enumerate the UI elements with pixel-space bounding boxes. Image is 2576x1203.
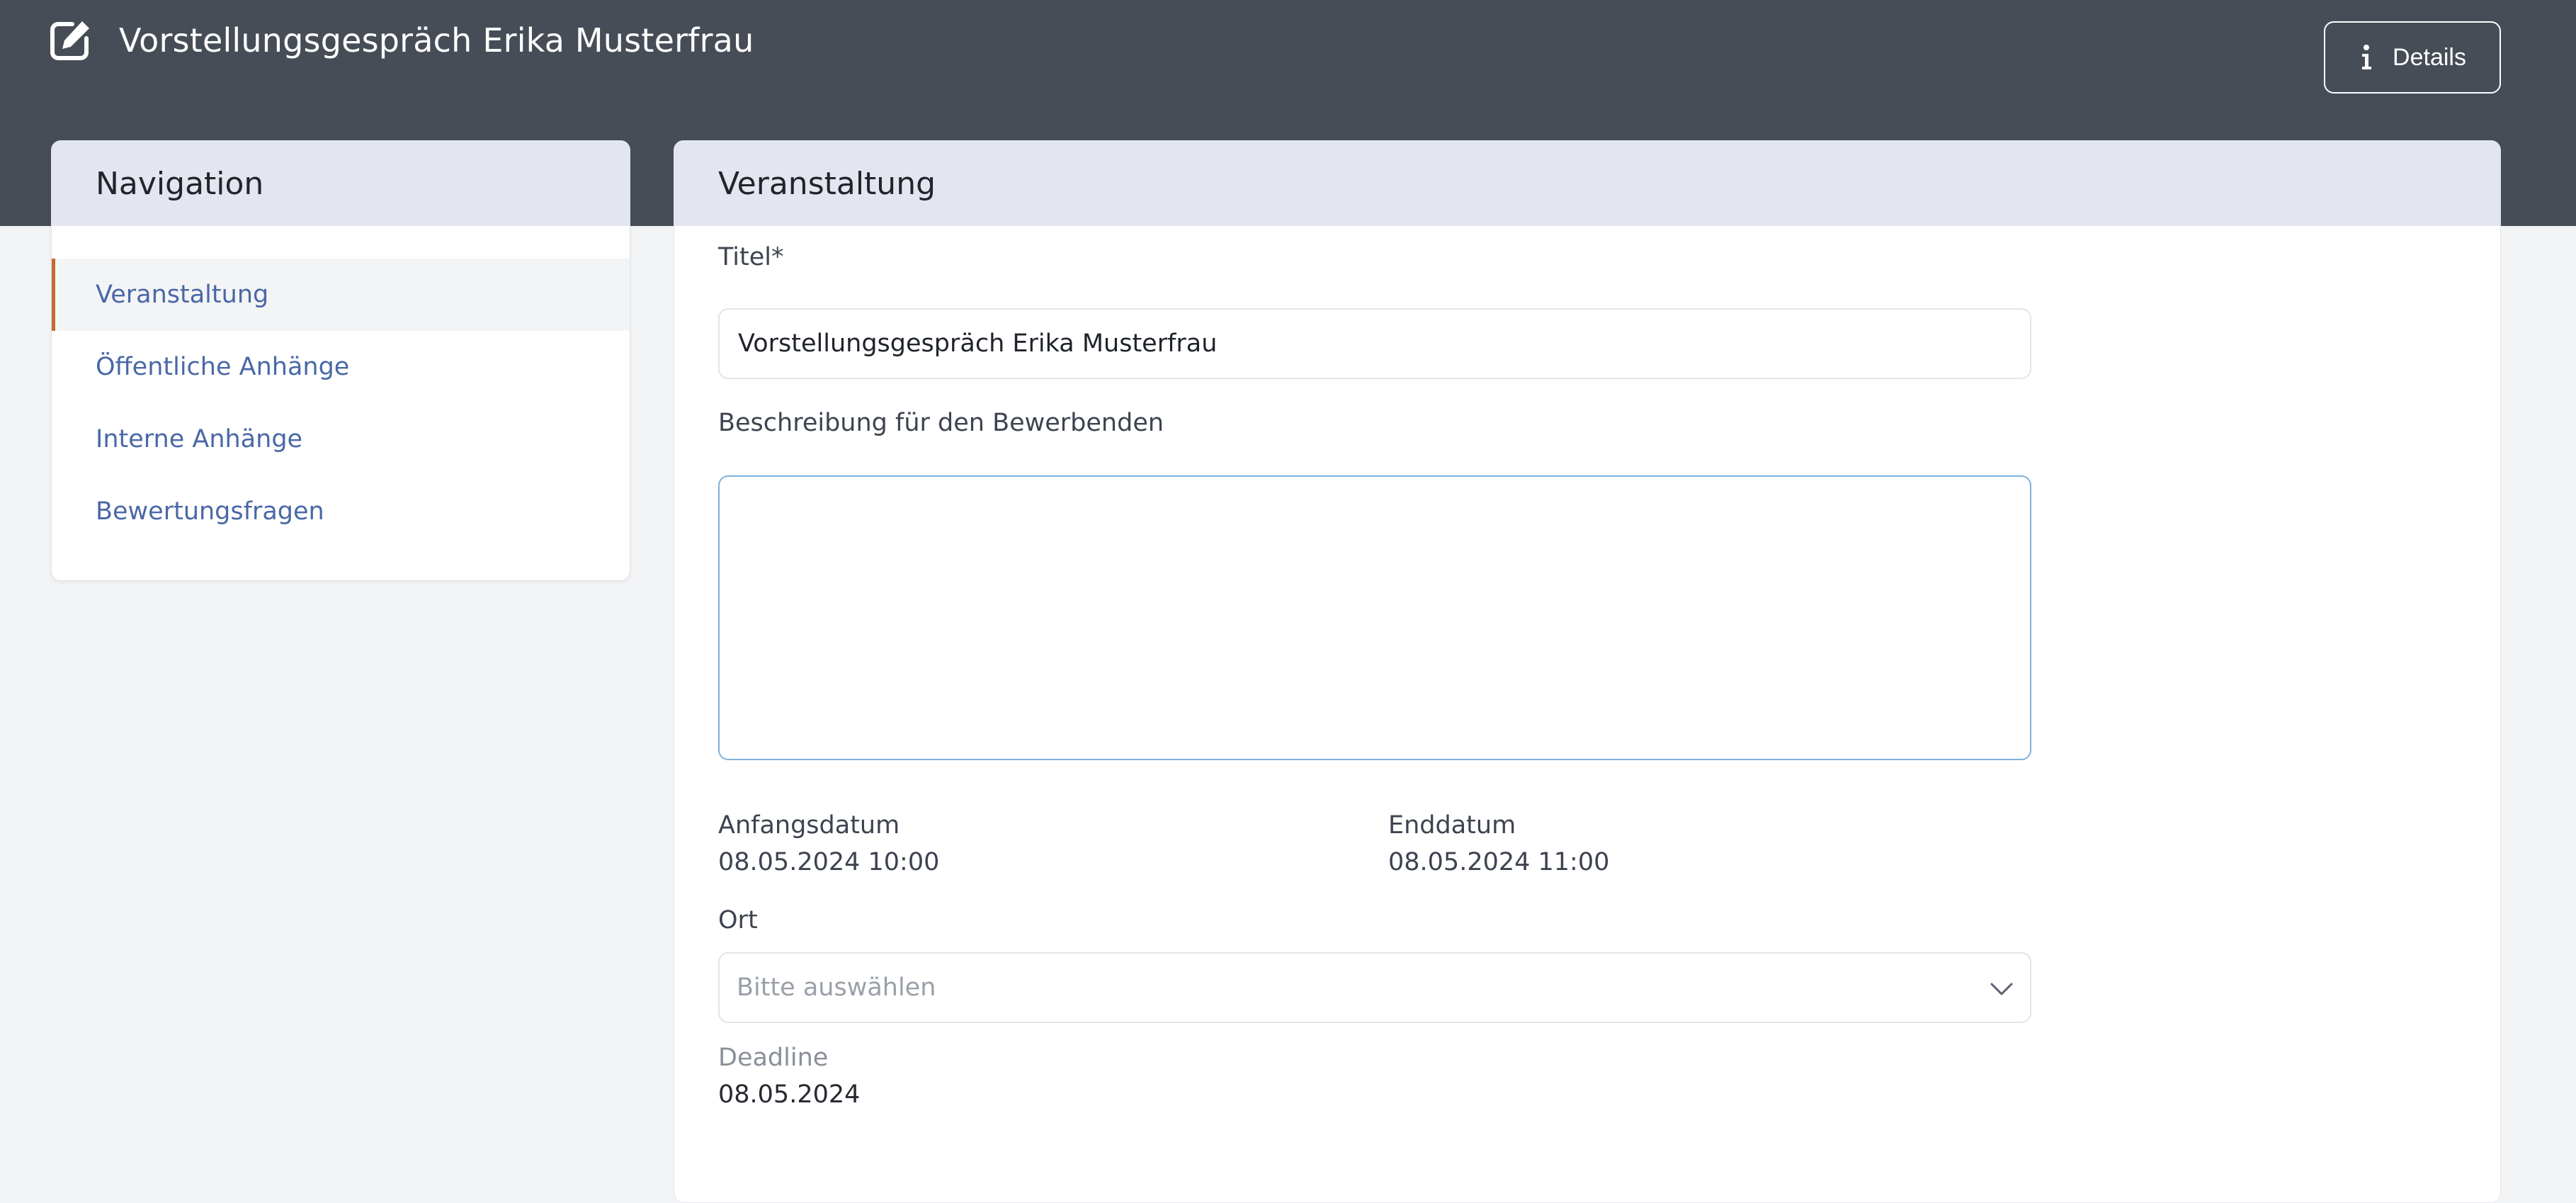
nav-item-interne-anhaenge[interactable]: Interne Anhänge <box>52 403 630 475</box>
details-button-label: Details <box>2393 43 2466 71</box>
nav-item-veranstaltung[interactable]: Veranstaltung <box>52 259 630 331</box>
location-placeholder: Bitte auswählen <box>737 973 936 1002</box>
event-card-title: Veranstaltung <box>674 141 2500 226</box>
title-input[interactable] <box>718 308 2031 379</box>
start-date-value: 08.05.2024 10:00 <box>718 848 940 876</box>
navigation-card: Navigation Veranstaltung Öffentliche Anh… <box>51 140 630 581</box>
title-label: Titel* <box>718 243 784 271</box>
edit-icon <box>50 21 89 60</box>
navigation-title: Navigation <box>52 141 630 226</box>
details-button[interactable]: Details <box>2324 21 2501 94</box>
deadline-value: 08.05.2024 <box>718 1080 861 1109</box>
page-header: Vorstellungsgespräch Erika Musterfrau <box>48 18 754 62</box>
nav-item-oeffentliche-anhaenge[interactable]: Öffentliche Anhänge <box>52 331 630 403</box>
deadline-label: Deadline <box>718 1044 829 1072</box>
chevron-down-icon <box>1990 983 2013 995</box>
location-label: Ort <box>718 906 758 934</box>
description-label: Beschreibung für den Bewerbenden <box>718 409 1164 437</box>
location-select[interactable]: Bitte auswählen <box>718 952 2031 1023</box>
event-card: Veranstaltung Titel* Beschreibung für de… <box>674 140 2501 1203</box>
description-textarea[interactable] <box>718 475 2031 760</box>
end-date-value: 08.05.2024 11:00 <box>1388 848 1610 876</box>
end-date-label: Enddatum <box>1388 811 1516 840</box>
info-icon <box>2362 45 2372 69</box>
navigation-list: Veranstaltung Öffentliche Anhänge Intern… <box>52 226 630 548</box>
start-date-label: Anfangsdatum <box>718 811 900 840</box>
nav-item-bewertungsfragen[interactable]: Bewertungsfragen <box>52 475 630 548</box>
page-title: Vorstellungsgespräch Erika Musterfrau <box>119 21 754 60</box>
